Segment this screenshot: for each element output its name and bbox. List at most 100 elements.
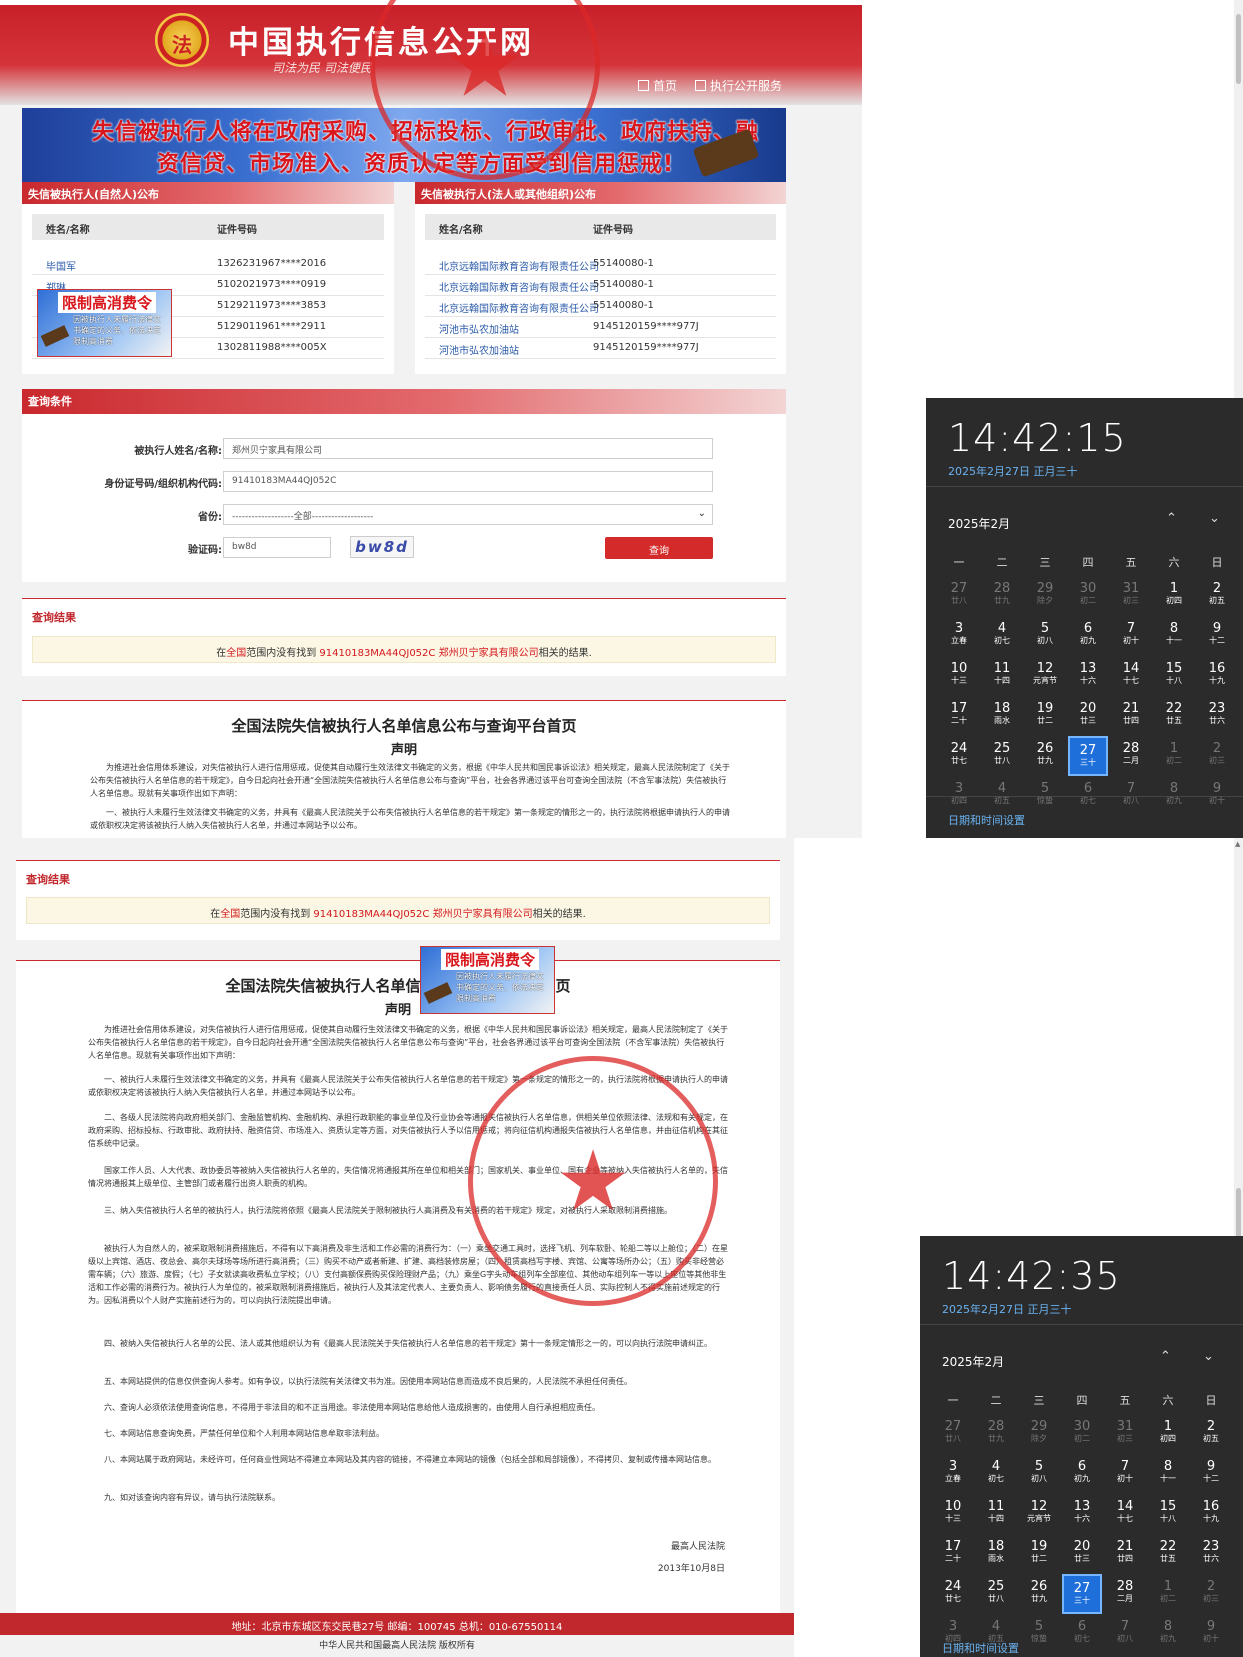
calendar-day[interactable]: 2 初五 (1197, 576, 1237, 616)
calendar-day-today[interactable]: 27 三十 (1068, 736, 1108, 776)
calendar-day[interactable]: 29 除夕 (1025, 576, 1065, 616)
nav-service[interactable]: 执行公开服务 (694, 77, 782, 94)
calendar-day[interactable]: 17 二十 (939, 696, 979, 736)
search-button[interactable]: 查询 (605, 537, 713, 559)
calendar-day[interactable]: 5 惊蛰 (1019, 1614, 1059, 1654)
calendar-day[interactable]: 3 初四 (939, 776, 979, 816)
calendar-day[interactable]: 1 初四 (1154, 576, 1194, 616)
calendar-day-today[interactable]: 27 三十 (1062, 1574, 1102, 1614)
calendar-day[interactable]: 8 十一 (1154, 616, 1194, 656)
table-row[interactable]: 毕国军 1326231967****2016 (32, 254, 384, 275)
calendar-day[interactable]: 8 初九 (1148, 1614, 1188, 1654)
table-row[interactable]: 北京远翰国际教育咨询有限责任公司 55140080-1 (425, 275, 776, 296)
calendar-day[interactable]: 24 廿七 (933, 1574, 973, 1614)
nav-home[interactable]: 首页 (637, 77, 677, 94)
row-name[interactable]: 河池市弘农加油站 (439, 342, 519, 357)
calendar-day[interactable]: 27 廿八 (933, 1414, 973, 1454)
calendar-day[interactable]: 15 十八 (1148, 1494, 1188, 1534)
calendar-day[interactable]: 11 十四 (982, 656, 1022, 696)
calendar-day[interactable]: 28 廿九 (982, 576, 1022, 616)
calendar-day[interactable]: 8 初九 (1154, 776, 1194, 816)
calendar-day[interactable]: 21 廿四 (1105, 1534, 1145, 1574)
ad-popup[interactable]: 限制高消费令 因被执行人未履行法律文书确定的义务，依法决定限制高消费 (420, 946, 555, 1014)
calendar-day[interactable]: 30 初二 (1068, 576, 1108, 616)
calendar-day[interactable]: 8 十一 (1148, 1454, 1188, 1494)
table-row[interactable]: 北京远翰国际教育咨询有限责任公司 55140080-1 (425, 254, 776, 275)
calendar-day[interactable]: 6 初九 (1068, 616, 1108, 656)
calendar-day[interactable]: 28 二月 (1105, 1574, 1145, 1614)
calendar-day[interactable]: 22 廿五 (1148, 1534, 1188, 1574)
calendar-day[interactable]: 15 十八 (1154, 656, 1194, 696)
calendar-day[interactable]: 14 十七 (1105, 1494, 1145, 1534)
table-row[interactable]: 北京远翰国际教育咨询有限责任公司 55140080-1 (425, 296, 776, 317)
row-name[interactable]: 北京远翰国际教育咨询有限责任公司 (439, 300, 599, 315)
calendar-day[interactable]: 25 廿八 (982, 736, 1022, 776)
calendar-day[interactable]: 19 廿二 (1025, 696, 1065, 736)
clock-date[interactable]: 2025年2月27日 正月三十 (942, 1301, 1072, 1317)
calendar-day[interactable]: 5 初八 (1019, 1454, 1059, 1494)
id-input[interactable]: 91410183MA44QJ052C (223, 471, 713, 492)
calendar-day[interactable]: 22 廿五 (1154, 696, 1194, 736)
captcha-image[interactable]: bw8d (350, 536, 414, 558)
calendar-day[interactable]: 26 廿九 (1019, 1574, 1059, 1614)
calendar-day[interactable]: 17 二十 (933, 1534, 973, 1574)
calendar-day[interactable]: 23 廿六 (1191, 1534, 1231, 1574)
calendar-day[interactable]: 3 初四 (933, 1614, 973, 1654)
table-row[interactable]: 河池市弘农加油站 9145120159****977J (425, 317, 776, 338)
calendar-day[interactable]: 11 十四 (976, 1494, 1016, 1534)
calendar-day[interactable]: 9 初十 (1191, 1614, 1231, 1654)
calendar-day[interactable]: 31 初三 (1111, 576, 1151, 616)
chevron-up-icon[interactable]: ⌃ (1166, 511, 1177, 526)
calendar-day[interactable]: 2 初三 (1197, 736, 1237, 776)
calendar-day[interactable]: 9 十二 (1197, 616, 1237, 656)
calendar-day[interactable]: 13 十六 (1062, 1494, 1102, 1534)
chevron-down-icon[interactable]: ⌄ (1203, 1349, 1214, 1364)
calendar-day[interactable]: 3 立春 (939, 616, 979, 656)
chevron-up-icon[interactable]: ⌃ (1160, 1349, 1171, 1364)
table-row[interactable]: 河池市弘农加油站 9145120159****977J (425, 338, 776, 359)
calendar-day[interactable]: 5 惊蛰 (1025, 776, 1065, 816)
calendar-day[interactable]: 1 初二 (1154, 736, 1194, 776)
row-name[interactable]: 北京远翰国际教育咨询有限责任公司 (439, 279, 599, 294)
calendar-day[interactable]: 20 廿三 (1062, 1534, 1102, 1574)
calendar-day[interactable]: 12 元宵节 (1025, 656, 1065, 696)
calendar-day[interactable]: 7 初十 (1105, 1454, 1145, 1494)
calendar-day[interactable]: 6 初九 (1062, 1454, 1102, 1494)
calendar-day[interactable]: 14 十七 (1111, 656, 1151, 696)
calendar-day[interactable]: 4 初七 (982, 616, 1022, 656)
calendar-day[interactable]: 3 立春 (933, 1454, 973, 1494)
chevron-down-icon[interactable]: ⌄ (1209, 511, 1220, 526)
captcha-input[interactable]: bw8d (223, 537, 331, 558)
calendar-day[interactable]: 26 廿九 (1025, 736, 1065, 776)
scrollbar-thumb[interactable] (1236, 14, 1241, 84)
calendar-day[interactable]: 4 初五 (982, 776, 1022, 816)
calendar-day[interactable]: 13 十六 (1068, 656, 1108, 696)
calendar-day[interactable]: 16 十九 (1197, 656, 1237, 696)
row-name[interactable]: 北京远翰国际教育咨询有限责任公司 (439, 258, 599, 273)
calendar-day[interactable]: 7 初八 (1105, 1614, 1145, 1654)
calendar-day[interactable]: 9 十二 (1191, 1454, 1231, 1494)
calendar-day[interactable]: 30 初二 (1062, 1414, 1102, 1454)
calendar-day[interactable]: 2 初三 (1191, 1574, 1231, 1614)
calendar-day[interactable]: 10 十三 (939, 656, 979, 696)
calendar-day[interactable]: 25 廿八 (976, 1574, 1016, 1614)
calendar-day[interactable]: 10 十三 (933, 1494, 973, 1534)
calendar-day[interactable]: 29 除夕 (1019, 1414, 1059, 1454)
calendar-day[interactable]: 20 廿三 (1068, 696, 1108, 736)
calendar-day[interactable]: 6 初七 (1062, 1614, 1102, 1654)
calendar-day[interactable]: 19 廿二 (1019, 1534, 1059, 1574)
calendar-day[interactable]: 6 初七 (1068, 776, 1108, 816)
calendar-day[interactable]: 4 初七 (976, 1454, 1016, 1494)
calendar-day[interactable]: 5 初八 (1025, 616, 1065, 656)
calendar-month[interactable]: 2025年2月 (948, 515, 1010, 532)
calendar-day[interactable]: 7 初八 (1111, 776, 1151, 816)
calendar-day[interactable]: 2 初五 (1191, 1414, 1231, 1454)
clock-date[interactable]: 2025年2月27日 正月三十 (948, 463, 1078, 479)
calendar-day[interactable]: 27 廿八 (939, 576, 979, 616)
name-input[interactable]: 郑州贝宁家具有限公司 (223, 438, 713, 459)
calendar-day[interactable]: 31 初三 (1105, 1414, 1145, 1454)
row-name[interactable]: 毕国军 (46, 258, 76, 273)
calendar-day[interactable]: 18 雨水 (976, 1534, 1016, 1574)
calendar-day[interactable]: 1 初四 (1148, 1414, 1188, 1454)
calendar-day[interactable]: 24 廿七 (939, 736, 979, 776)
